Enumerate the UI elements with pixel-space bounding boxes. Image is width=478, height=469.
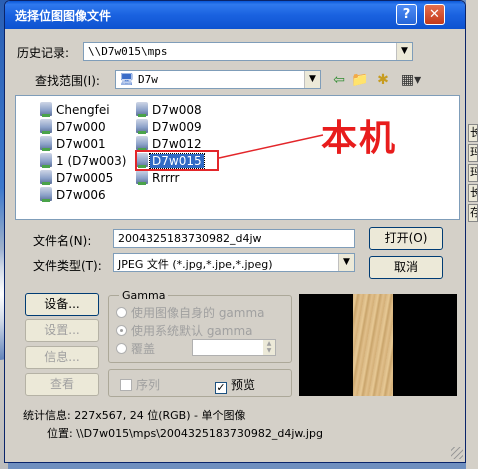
preview-thumbnail-wood	[353, 294, 393, 396]
right-tab[interactable]: 长	[468, 124, 478, 142]
filetype-label: 文件类型(T):	[33, 259, 102, 273]
cancel-button[interactable]: 取消	[369, 256, 443, 279]
resize-grip-icon[interactable]	[451, 447, 463, 459]
device-button[interactable]: 设备...	[25, 293, 99, 316]
settings-button[interactable]: 设置...	[25, 319, 99, 342]
check-icon: ✓	[215, 381, 227, 394]
right-tab[interactable]: 长	[468, 184, 478, 202]
open-button[interactable]: 打开(O)	[369, 227, 443, 250]
location-text: 位置: \\D7w015\mps\2004325183730982_d4jw.j…	[47, 427, 323, 440]
sequence-checkbox[interactable]: 序列	[120, 376, 160, 393]
filename-label: 文件名(N):	[33, 234, 92, 248]
filetype-value: JPEG 文件 (*.jpg,*.jpe,*.jpeg)	[118, 258, 273, 271]
gamma-legend: Gamma	[119, 289, 169, 302]
checkbox-box	[120, 379, 132, 391]
radio-dot	[116, 325, 127, 336]
chevron-down-icon[interactable]: ▼	[338, 254, 354, 271]
gamma-default-radio[interactable]: 使用系统默认 gamma	[116, 322, 253, 339]
gamma-spinner[interactable]: ▲ ▼	[192, 339, 276, 356]
view-button[interactable]: 查看	[25, 373, 99, 396]
open-bitmap-dialog: 选择位图图像文件 ? ✕ 历史记录: \\D7w015\mps ▼ 查找范围(I…	[4, 0, 466, 463]
gamma-own-radio[interactable]: 使用图像自身的 gamma	[116, 304, 265, 321]
gamma-override-radio[interactable]: 覆盖	[116, 340, 155, 357]
right-tab[interactable]: 玛	[468, 164, 478, 182]
annotation-text: 本机	[321, 118, 398, 159]
background-panel-right	[466, 0, 478, 469]
radio-dot	[116, 307, 127, 318]
preview-checkbox[interactable]: ✓ 预览	[215, 376, 255, 394]
info-button[interactable]: 信息...	[25, 346, 99, 369]
filename-input[interactable]: 2004325183730982_d4jw	[113, 229, 355, 248]
right-tab[interactable]: 玛	[468, 144, 478, 162]
right-tab[interactable]: 存	[468, 204, 478, 222]
radio-dot	[116, 343, 127, 354]
filetype-select[interactable]: JPEG 文件 (*.jpg,*.jpe,*.jpeg) ▼	[113, 253, 355, 272]
spinner-arrows-icon[interactable]: ▲ ▼	[263, 340, 275, 355]
statistics-text: 统计信息: 227x567, 24 位(RGB) - 单个图像	[23, 409, 246, 422]
